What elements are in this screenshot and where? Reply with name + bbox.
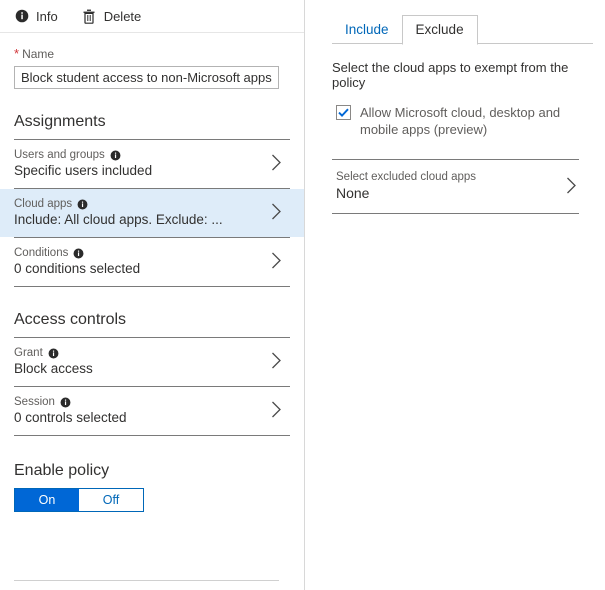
trash-icon [82, 9, 97, 24]
row-select-excluded-cloud-apps-value: None [336, 185, 370, 201]
required-asterisk: * [14, 46, 20, 61]
info-circle-icon[interactable] [110, 150, 121, 161]
checkmark-icon [338, 108, 349, 117]
divider-after-session [14, 435, 290, 436]
row-select-excluded-cloud-apps-label: Select excluded cloud apps [336, 171, 477, 183]
allow-microsoft-apps-label: Allow Microsoft cloud, desktop and mobil… [360, 105, 561, 137]
name-input[interactable]: Block student access to non-Microsoft ap… [14, 66, 279, 89]
enable-policy-on-button[interactable]: On [15, 489, 79, 511]
enable-policy-off-button[interactable]: Off [79, 489, 143, 511]
row-session-label: Session [14, 396, 55, 408]
detail-tabstrip: Include Exclude [306, 0, 605, 45]
name-field-block: * Name Block student access to non-Micro… [0, 33, 304, 89]
row-session-label-row: Session [14, 396, 290, 408]
conditional-access-policy-screen: Info Delete * Name Block student access … [0, 0, 605, 590]
chevron-right-icon [271, 252, 282, 273]
enable-policy-heading: Enable policy [14, 462, 110, 479]
row-users-and-groups[interactable]: Users and groups Specific users included [0, 140, 304, 188]
row-cloud-apps-value: Include: All cloud apps. Exclude: ... [14, 212, 223, 227]
cloud-apps-detail-pane: Include Exclude Select the cloud apps to… [306, 0, 605, 590]
row-users-and-groups-label: Users and groups [14, 149, 105, 161]
row-cloud-apps-label-row: Cloud apps [14, 198, 290, 210]
row-cloud-apps-label: Cloud apps [14, 198, 73, 210]
row-grant-label-row: Grant [14, 347, 290, 359]
tab-include[interactable]: Include [332, 16, 402, 44]
row-session-value: 0 controls selected [14, 410, 127, 425]
row-conditions[interactable]: Conditions 0 conditions selected [0, 238, 304, 286]
chevron-right-icon [271, 401, 282, 422]
row-session[interactable]: Session 0 controls selected [0, 387, 304, 435]
info-circle-icon [14, 9, 29, 24]
info-button[interactable]: Info [14, 9, 58, 24]
chevron-right-icon [271, 203, 282, 224]
bottom-divider [14, 580, 279, 581]
row-conditions-value: 0 conditions selected [14, 261, 141, 276]
row-users-and-groups-label-row: Users and groups [14, 149, 290, 161]
name-field-label: Name [22, 47, 55, 61]
info-circle-icon[interactable] [60, 397, 71, 408]
tab-exclude[interactable]: Exclude [401, 15, 478, 45]
row-select-excluded-cloud-apps[interactable]: Select excluded cloud apps None [306, 160, 605, 213]
info-button-label: Info [36, 8, 58, 24]
policy-form: * Name Block student access to non-Micro… [0, 33, 304, 581]
allow-microsoft-apps-checkbox[interactable] [336, 105, 351, 120]
chevron-right-icon [271, 154, 282, 175]
access-controls-heading: Access controls [14, 311, 127, 328]
policy-edit-pane: Info Delete * Name Block student access … [0, 0, 305, 590]
assignments-heading: Assignments [14, 113, 106, 130]
name-field-label-row: * Name [14, 47, 290, 61]
enable-policy-toggle[interactable]: On Off [14, 488, 144, 512]
row-conditions-label: Conditions [14, 247, 69, 259]
row-users-and-groups-value: Specific users included [14, 163, 153, 178]
allow-microsoft-apps-checkbox-row[interactable]: Allow Microsoft cloud, desktop and mobil… [306, 90, 605, 138]
excluded-apps-bottom-divider [332, 213, 579, 214]
detail-description: Select the cloud apps to exempt from the… [332, 60, 569, 90]
row-grant-value: Block access [14, 361, 93, 376]
chevron-right-icon [271, 352, 282, 373]
row-grant[interactable]: Grant Block access [0, 338, 304, 386]
row-grant-label: Grant [14, 347, 43, 359]
delete-button-label: Delete [103, 8, 142, 24]
row-conditions-label-row: Conditions [14, 247, 290, 259]
info-circle-icon[interactable] [48, 348, 59, 359]
info-circle-icon[interactable] [77, 199, 88, 210]
row-cloud-apps[interactable]: Cloud apps Include: All cloud apps. Excl… [0, 189, 304, 237]
info-circle-icon[interactable] [73, 248, 84, 259]
divider-after-conditions [14, 286, 290, 287]
chevron-right-icon [566, 176, 577, 197]
name-input-value: Block student access to non-Microsoft ap… [21, 70, 272, 85]
delete-button[interactable]: Delete [82, 8, 142, 24]
command-toolbar: Info Delete [0, 0, 304, 33]
